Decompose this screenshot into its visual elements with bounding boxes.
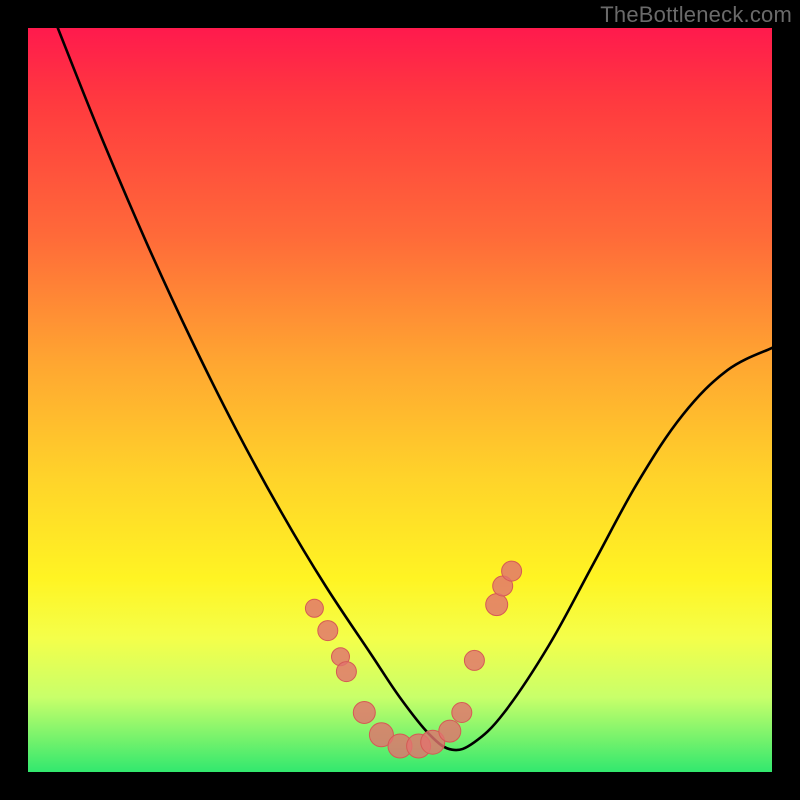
data-point: [388, 734, 412, 758]
data-point: [407, 734, 431, 758]
watermark-text: TheBottleneck.com: [600, 2, 792, 28]
data-point: [353, 702, 375, 724]
data-point: [421, 730, 445, 754]
data-points-group: [305, 561, 521, 758]
data-point: [369, 723, 393, 747]
chart-plot-area: [28, 28, 772, 772]
data-point: [452, 703, 472, 723]
data-point: [486, 594, 508, 616]
data-point: [502, 561, 522, 581]
data-point: [318, 621, 338, 641]
chart-svg: [28, 28, 772, 772]
data-point: [336, 662, 356, 682]
data-point: [464, 650, 484, 670]
bottleneck-curve: [58, 28, 772, 750]
chart-frame: TheBottleneck.com: [0, 0, 800, 800]
data-point: [305, 599, 323, 617]
data-point: [493, 576, 513, 596]
data-point: [439, 720, 461, 742]
data-point: [332, 648, 350, 666]
